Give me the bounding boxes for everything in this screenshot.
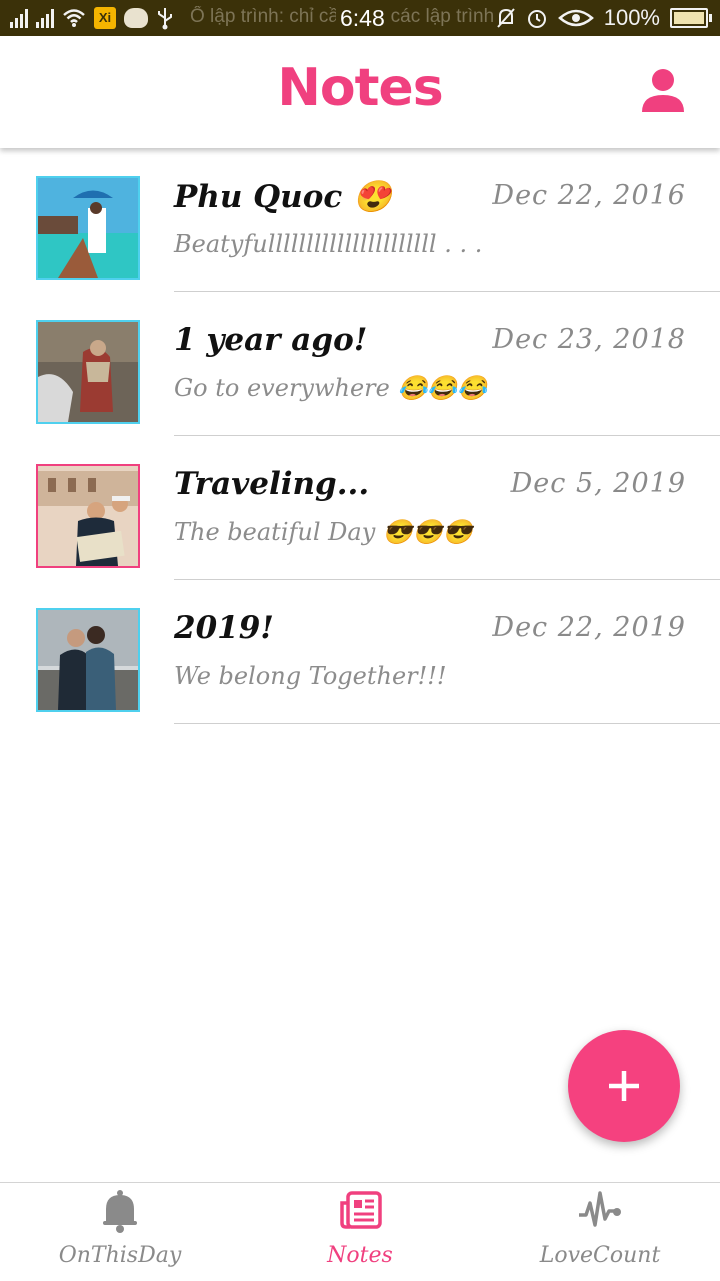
tab-on-this-day[interactable]: OnThisDay <box>0 1183 240 1281</box>
note-item[interactable]: Phu Quoc 😍 Beatyfullllllllllllllllllllll… <box>0 148 720 292</box>
note-item[interactable]: Traveling... The beatiful Day 😎😎😎 Dec 5,… <box>0 436 720 580</box>
battery-percent: 100% <box>603 5 660 30</box>
notes-list: Phu Quoc 😍 Beatyfullllllllllllllllllllll… <box>0 148 720 724</box>
tab-label: LoveCount <box>539 1243 661 1268</box>
note-thumbnail <box>36 320 140 424</box>
note-date: Dec 5, 2019 <box>510 468 686 499</box>
note-subtitle: We belong Together!!! <box>174 662 447 690</box>
tab-label: Notes <box>327 1243 393 1268</box>
note-thumbnail <box>36 464 140 568</box>
note-title: 1 year ago! <box>174 322 368 358</box>
wifi-icon <box>63 9 85 27</box>
page-title: Notes <box>277 58 443 118</box>
status-left-icons: Xi <box>10 4 174 32</box>
note-item[interactable]: 2019! We belong Together!!! Dec 22, 2019 <box>0 580 720 724</box>
note-subtitle: Beatyfullllllllllllllllllllll . . . <box>174 230 483 258</box>
note-subtitle: The beatiful Day 😎😎😎 <box>174 518 473 546</box>
newspaper-icon <box>340 1191 382 1229</box>
alarm-icon <box>527 10 546 28</box>
person-icon <box>642 69 684 112</box>
tab-notes[interactable]: Notes <box>240 1183 480 1281</box>
note-thumbnail <box>36 608 140 712</box>
tab-label: OnThisDay <box>58 1243 182 1268</box>
plus-icon <box>609 1071 639 1101</box>
profile-button[interactable] <box>640 68 686 114</box>
note-subtitle: Go to everywhere 😂😂😂 <box>174 374 488 402</box>
heartbeat-icon <box>579 1191 621 1227</box>
eye-icon <box>557 9 594 27</box>
bell-off-icon <box>496 8 515 28</box>
cat-app-icon <box>124 8 148 28</box>
bottom-nav: OnThisDay Notes LoveCount <box>0 1182 720 1281</box>
tab-love-count[interactable]: LoveCount <box>480 1183 720 1281</box>
note-item[interactable]: 1 year ago! Go to everywhere 😂😂😂 Dec 23,… <box>0 292 720 436</box>
status-right-icons: 100% <box>496 4 712 32</box>
divider <box>174 723 720 724</box>
signal-icon-2 <box>36 8 54 28</box>
note-title: Traveling... <box>174 466 370 502</box>
notification-badge-icon: Xi <box>94 7 116 29</box>
add-note-button[interactable] <box>568 1030 680 1142</box>
signal-icon <box>10 8 28 28</box>
battery-icon <box>670 8 712 28</box>
note-date: Dec 23, 2018 <box>492 324 686 355</box>
note-title: Phu Quoc 😍 <box>174 179 392 215</box>
bell-icon <box>103 1190 137 1233</box>
app-bar: Notes <box>0 36 720 148</box>
note-date: Dec 22, 2016 <box>492 180 686 211</box>
usb-icon <box>158 8 172 30</box>
note-title: 2019! <box>174 610 274 646</box>
status-bar: Xi Ổ lập trình: chỉ cần cho các lập trìn… <box>0 0 720 36</box>
status-time: 6:48 <box>336 5 389 32</box>
note-thumbnail <box>36 176 140 280</box>
note-date: Dec 22, 2019 <box>492 612 686 643</box>
